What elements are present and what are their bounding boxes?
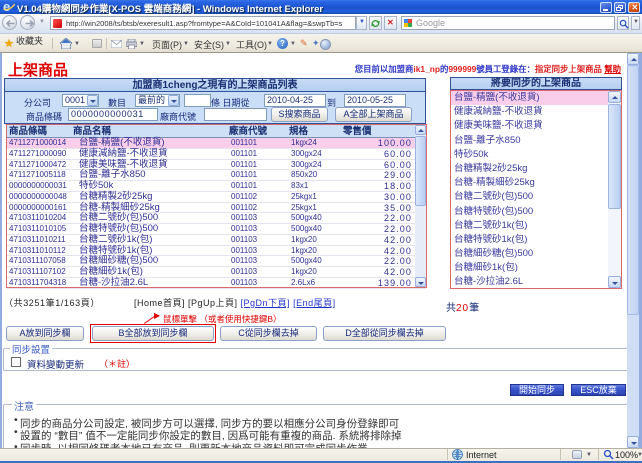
svg-text:e: e — [3, 1, 10, 13]
